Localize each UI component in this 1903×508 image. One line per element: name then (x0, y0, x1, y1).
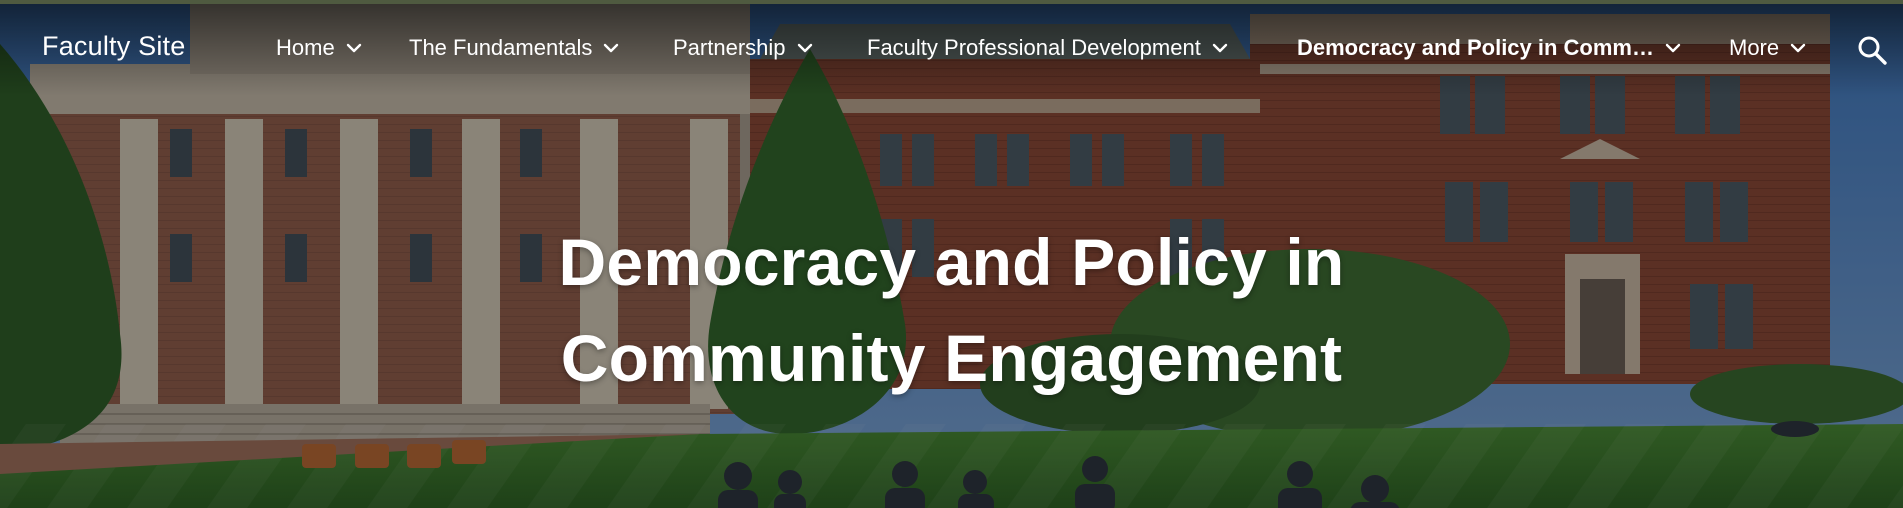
page-title: Democracy and Policy in Community Engage… (0, 214, 1903, 406)
nav-item-more[interactable]: More (1729, 35, 1807, 61)
chevron-down-icon (1665, 43, 1681, 53)
main-nav: Home The Fundamentals Partnership Facult… (0, 35, 1903, 69)
nav-item-label: The Fundamentals (409, 35, 593, 60)
nav-item-label: Democracy and Policy in Comm… (1297, 35, 1654, 60)
page-title-line-2: Community Engagement (560, 321, 1343, 396)
nav-item-democracy-and-policy[interactable]: Democracy and Policy in Comm… (1297, 35, 1682, 61)
chevron-down-icon (1212, 43, 1228, 53)
nav-item-home[interactable]: Home (276, 35, 363, 61)
hero-banner: Faculty Site Home The Fundamentals Partn… (0, 0, 1903, 508)
nav-item-label: Faculty Professional Development (867, 35, 1201, 60)
chevron-down-icon (797, 43, 812, 53)
nav-item-faculty-professional-development[interactable]: Faculty Professional Development (867, 35, 1229, 61)
nav-item-label: More (1729, 35, 1780, 60)
top-navigation-bar: Faculty Site Home The Fundamentals Partn… (0, 4, 1903, 96)
nav-item-the-fundamentals[interactable]: The Fundamentals (409, 35, 620, 61)
chevron-down-icon (604, 43, 619, 53)
chevron-down-icon (1790, 43, 1806, 53)
nav-item-label: Partnership (673, 35, 786, 60)
page-title-line-1: Democracy and Policy in (558, 225, 1345, 300)
nav-item-partnership[interactable]: Partnership (673, 35, 814, 61)
nav-item-label: Home (276, 35, 335, 60)
search-icon[interactable] (1855, 33, 1889, 67)
chevron-down-icon (346, 43, 361, 53)
